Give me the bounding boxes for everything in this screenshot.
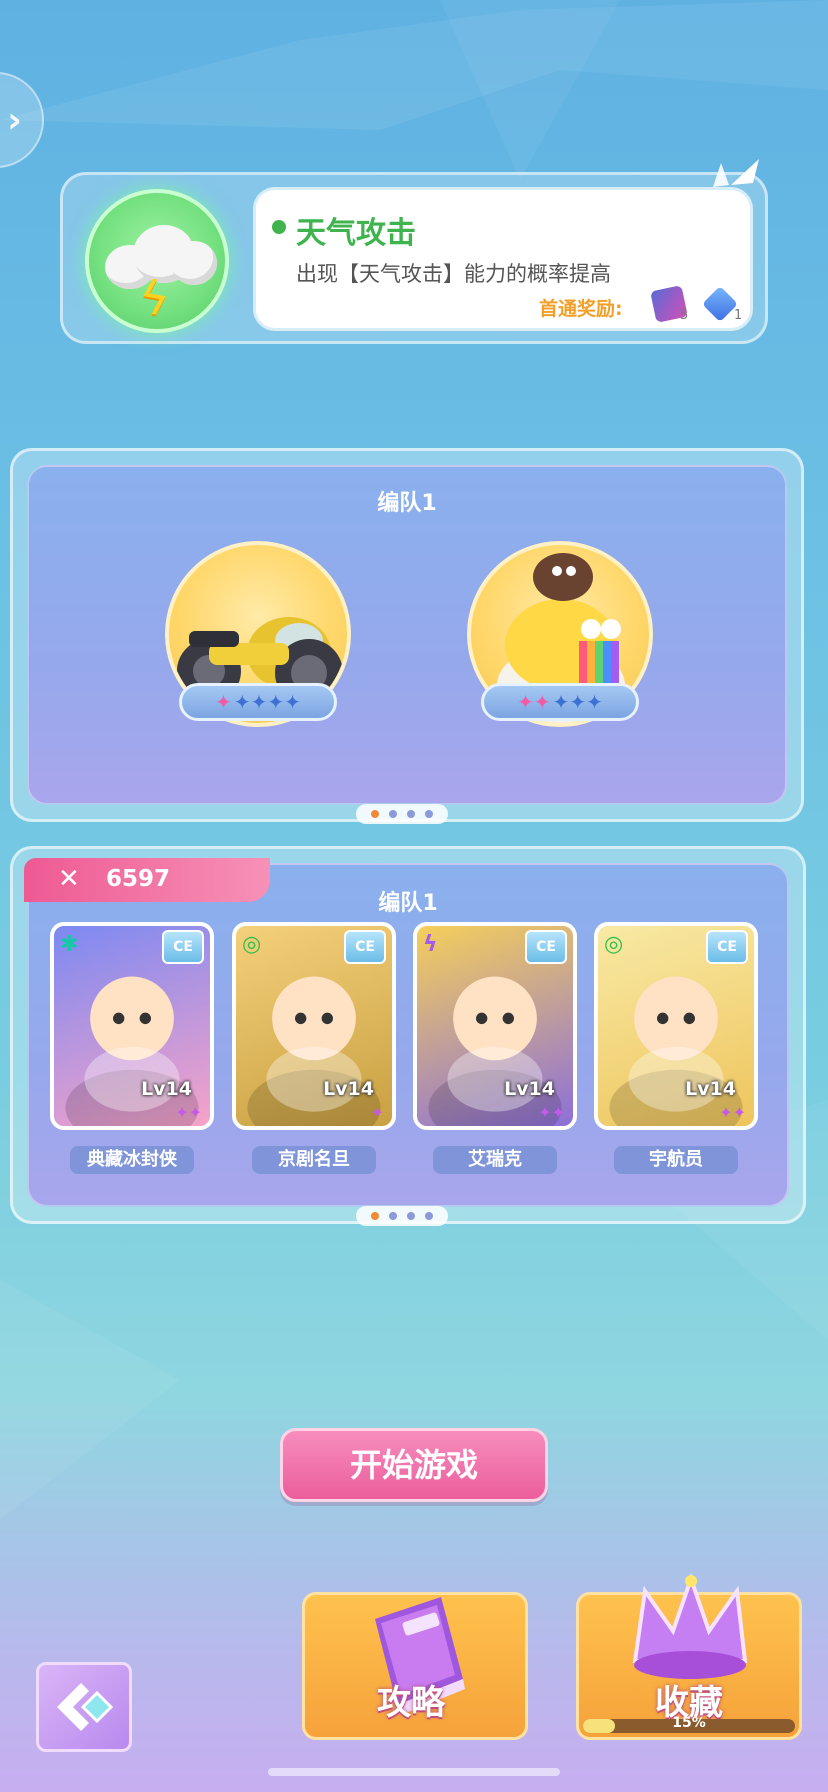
- hero-level: Lv14: [685, 1078, 736, 1100]
- hero-stars: ✦✦: [538, 1103, 565, 1122]
- pager-dot[interactable]: [425, 810, 433, 818]
- start-game-button[interactable]: 开始游戏: [280, 1428, 548, 1502]
- cloud-part: [171, 241, 217, 285]
- hero-stars: ✦: [370, 1103, 384, 1122]
- team-power-tab: ✕ 6597: [24, 858, 270, 902]
- reward-count: 1: [734, 308, 743, 323]
- pager-dot[interactable]: [371, 1212, 379, 1220]
- back-arrow-icon: [57, 1683, 114, 1731]
- weather-icon: ϟ: [85, 189, 229, 333]
- hero-name: 艾瑞克: [433, 1146, 557, 1174]
- hero-stars: ✦✦: [719, 1103, 746, 1122]
- ce-badge: CE: [706, 930, 748, 964]
- element-icon: ✱: [60, 932, 79, 957]
- collection-progress-bar: 15%: [583, 1715, 795, 1733]
- star-pink-icon: ✦✦: [517, 690, 551, 714]
- hero-card[interactable]: ◎ CE Lv14 ✦✦: [594, 922, 758, 1130]
- element-icon: ◎: [604, 932, 624, 957]
- vehicle-team-panel: 编队1 ✦ ✦✦✦✦ ✦✦ ✦✦✦: [10, 448, 804, 822]
- pager-dot[interactable]: [407, 1212, 415, 1220]
- crossed-swords-icon: ✕: [58, 864, 80, 894]
- hero-level: Lv14: [141, 1078, 192, 1100]
- hero-card[interactable]: ◎ CE Lv14 ✦: [232, 922, 396, 1130]
- guide-button[interactable]: 攻略: [302, 1592, 528, 1740]
- pager-dot[interactable]: [425, 1212, 433, 1220]
- pager-dot[interactable]: [389, 1212, 397, 1220]
- guide-label: 攻略: [377, 1683, 445, 1723]
- hero-card[interactable]: ✱ CE Lv14 ✦✦: [50, 922, 214, 1130]
- star-pink-icon: ✦: [215, 690, 232, 714]
- hero-name: 京剧名旦: [252, 1146, 376, 1174]
- weather-description: 出现【天气攻击】能力的概率提高: [296, 262, 611, 286]
- ce-badge: CE: [525, 930, 567, 964]
- hero-team-pager[interactable]: [356, 1206, 448, 1226]
- vehicle-1-stars: ✦ ✦✦✦✦: [179, 683, 337, 721]
- crown-icon: [632, 1572, 748, 1679]
- chevron-right-icon: ›: [7, 99, 22, 141]
- hero-name: 宇航员: [614, 1146, 738, 1174]
- hero-stars: ✦✦: [175, 1103, 202, 1122]
- ce-badge: CE: [162, 930, 204, 964]
- hero-level: Lv14: [323, 1078, 374, 1100]
- vehicle-team-inner: 编队1 ✦ ✦✦✦✦ ✦✦ ✦✦✦: [27, 465, 787, 805]
- star-blue-icon: ✦✦✦: [552, 690, 603, 714]
- team-power-value: 6597: [106, 866, 171, 892]
- star-blue-icon: ✦✦✦✦: [233, 690, 301, 714]
- vehicle-2-stars: ✦✦ ✦✦✦: [481, 683, 639, 721]
- vehicle-team-pager[interactable]: [356, 804, 448, 824]
- first-clear-reward-label: 首通奖励:: [539, 298, 623, 320]
- pager-dot[interactable]: [407, 810, 415, 818]
- team-label: 编队1: [377, 491, 437, 516]
- home-indicator: [268, 1768, 560, 1776]
- hero-name: 典藏冰封侠: [70, 1146, 194, 1174]
- ce-badge: CE: [344, 930, 386, 964]
- pager-dot[interactable]: [371, 810, 379, 818]
- hero-card[interactable]: ϟ CE Lv14 ✦✦: [413, 922, 577, 1130]
- top-back-button[interactable]: ›: [0, 72, 44, 168]
- weather-title: 天气攻击: [296, 216, 416, 251]
- hero-level: Lv14: [504, 1078, 555, 1100]
- collection-progress-text: 15%: [672, 1715, 706, 1731]
- weather-panel: ϟ 天气攻击 出现【天气攻击】能力的概率提高 首通奖励: 5 1: [60, 159, 768, 344]
- element-icon: ϟ: [423, 932, 438, 957]
- reward-count: 5: [680, 308, 689, 323]
- status-dot: [272, 220, 286, 234]
- corner-flag-icon: [713, 159, 759, 187]
- collection-button[interactable]: 收藏 15%: [576, 1572, 802, 1740]
- element-icon: ◎: [242, 932, 262, 957]
- weather-info-card: 天气攻击 出现【天气攻击】能力的概率提高 首通奖励: 5 1: [253, 187, 753, 331]
- pager-dot[interactable]: [389, 810, 397, 818]
- back-button[interactable]: [36, 1662, 132, 1752]
